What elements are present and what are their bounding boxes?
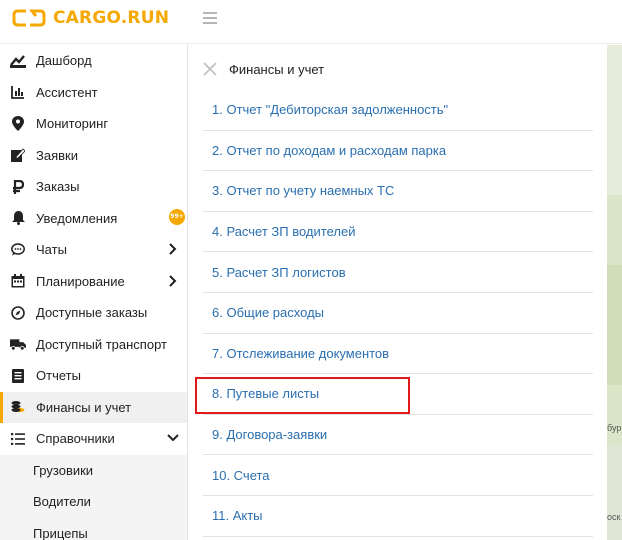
sidebar-item-label: Доступные заказы xyxy=(36,305,148,321)
chevron-right-icon xyxy=(169,274,177,287)
hamburger-line xyxy=(203,17,217,19)
calendar-icon xyxy=(10,273,26,289)
map-area xyxy=(607,445,622,540)
sidebar-item-available-transport[interactable]: Доступный транспорт xyxy=(0,329,187,361)
sidebar-item-label: Заявки xyxy=(36,147,78,163)
finance-panel: Финансы и учет 1. Отчет "Дебиторская зад… xyxy=(189,45,607,540)
report-icon xyxy=(10,368,26,384)
report-link[interactable]: 4. Расчет ЗП водителей xyxy=(203,212,593,253)
sidebar-item-label: Заказы xyxy=(36,179,80,195)
cargo-logo-icon xyxy=(12,8,46,28)
compass-icon xyxy=(10,305,26,321)
sidebar-item-label: Дашборд xyxy=(36,53,92,69)
coins-icon xyxy=(10,399,26,415)
sidebar-item-label: Уведомления xyxy=(36,210,118,226)
chevron-right-icon xyxy=(169,243,177,255)
hamburger-line xyxy=(203,12,217,14)
sidebar-item-label: Чаты xyxy=(36,242,67,258)
dashboard-icon xyxy=(10,53,26,69)
sidebar-item-available-orders[interactable]: Доступные заказы xyxy=(0,297,187,329)
sidebar-item-orders[interactable]: Заказы xyxy=(0,171,187,203)
ruble-icon xyxy=(10,179,26,195)
sidebar-subitem-trucks[interactable]: Грузовики xyxy=(0,454,187,486)
map-area xyxy=(607,45,622,195)
hamburger-line xyxy=(203,22,217,24)
report-link[interactable]: 3. Отчет по учету наемных ТС xyxy=(203,171,593,212)
panel-title: Финансы и учет xyxy=(229,62,325,77)
sidebar-item-label: Отчеты xyxy=(36,368,81,384)
sidebar-item-finance[interactable]: Финансы и учет xyxy=(0,391,187,423)
truck-icon xyxy=(10,336,26,352)
sidebar-item-monitoring[interactable]: Мониторинг xyxy=(0,108,187,140)
sidebar-item-label: Доступный транспорт xyxy=(36,336,167,352)
sidebar: Дашборд Ассистент Мониторинг Заявки Зака… xyxy=(0,45,188,540)
report-list: 1. Отчет "Дебиторская задолженность" 2. … xyxy=(195,90,593,537)
sidebar-item-label: Планирование xyxy=(36,273,125,289)
report-link[interactable]: 9. Договора-заявки xyxy=(203,415,593,456)
map-label: бур xyxy=(607,423,622,433)
edit-icon xyxy=(10,147,26,163)
close-icon[interactable] xyxy=(203,62,217,76)
logo[interactable]: CARGO.RUN xyxy=(12,8,169,28)
sidebar-subitem-drivers[interactable]: Водители xyxy=(0,486,187,518)
map-pin-icon xyxy=(10,116,26,132)
report-link[interactable]: 5. Расчет ЗП логистов xyxy=(203,252,593,293)
map-area xyxy=(607,265,622,385)
brand-name: CARGO.RUN xyxy=(53,8,170,28)
list-icon xyxy=(10,431,26,447)
panel-header: Финансы и учет xyxy=(189,45,607,93)
sidebar-item-notifications[interactable]: Уведомления 99+ xyxy=(0,203,187,235)
report-link[interactable]: 2. Отчет по доходам и расходам парка xyxy=(203,131,593,172)
report-link[interactable]: 10. Счета xyxy=(203,455,593,496)
sidebar-item-label: Финансы и учет xyxy=(36,399,132,415)
top-bar: CARGO.RUN xyxy=(0,0,622,44)
sidebar-subitem-trailers[interactable]: Прицепы xyxy=(0,517,187,540)
report-link[interactable]: 7. Отслеживание документов xyxy=(203,334,593,375)
sidebar-item-label: Ассистент xyxy=(36,84,98,100)
sidebar-item-chats[interactable]: Чаты xyxy=(0,234,187,266)
bell-icon xyxy=(10,210,26,226)
notification-badge: 99+ xyxy=(169,208,185,225)
sidebar-item-assistant[interactable]: Ассистент xyxy=(0,77,187,109)
report-link[interactable]: 11. Акты xyxy=(203,496,593,537)
sidebar-item-label: Мониторинг xyxy=(36,116,109,132)
chart-icon xyxy=(10,84,26,100)
sidebar-item-label: Справочники xyxy=(36,431,115,447)
chevron-down-icon xyxy=(167,434,179,442)
report-link[interactable]: 6. Общие расходы xyxy=(203,293,593,334)
sidebar-item-dashboard[interactable]: Дашборд xyxy=(0,45,187,77)
sidebar-item-planning[interactable]: Планирование xyxy=(0,266,187,298)
chat-icon xyxy=(10,242,26,258)
report-link-highlighted[interactable]: 8. Путевые листы xyxy=(195,374,593,415)
sidebar-item-reports[interactable]: Отчеты xyxy=(0,360,187,392)
map-background[interactable]: бур оск xyxy=(607,45,622,540)
sidebar-item-directories[interactable]: Справочники xyxy=(0,423,187,455)
map-label: оск xyxy=(607,512,621,522)
report-link[interactable]: 1. Отчет "Дебиторская задолженность" xyxy=(203,90,593,131)
sidebar-item-requests[interactable]: Заявки xyxy=(0,140,187,172)
menu-toggle-button[interactable] xyxy=(203,12,217,25)
